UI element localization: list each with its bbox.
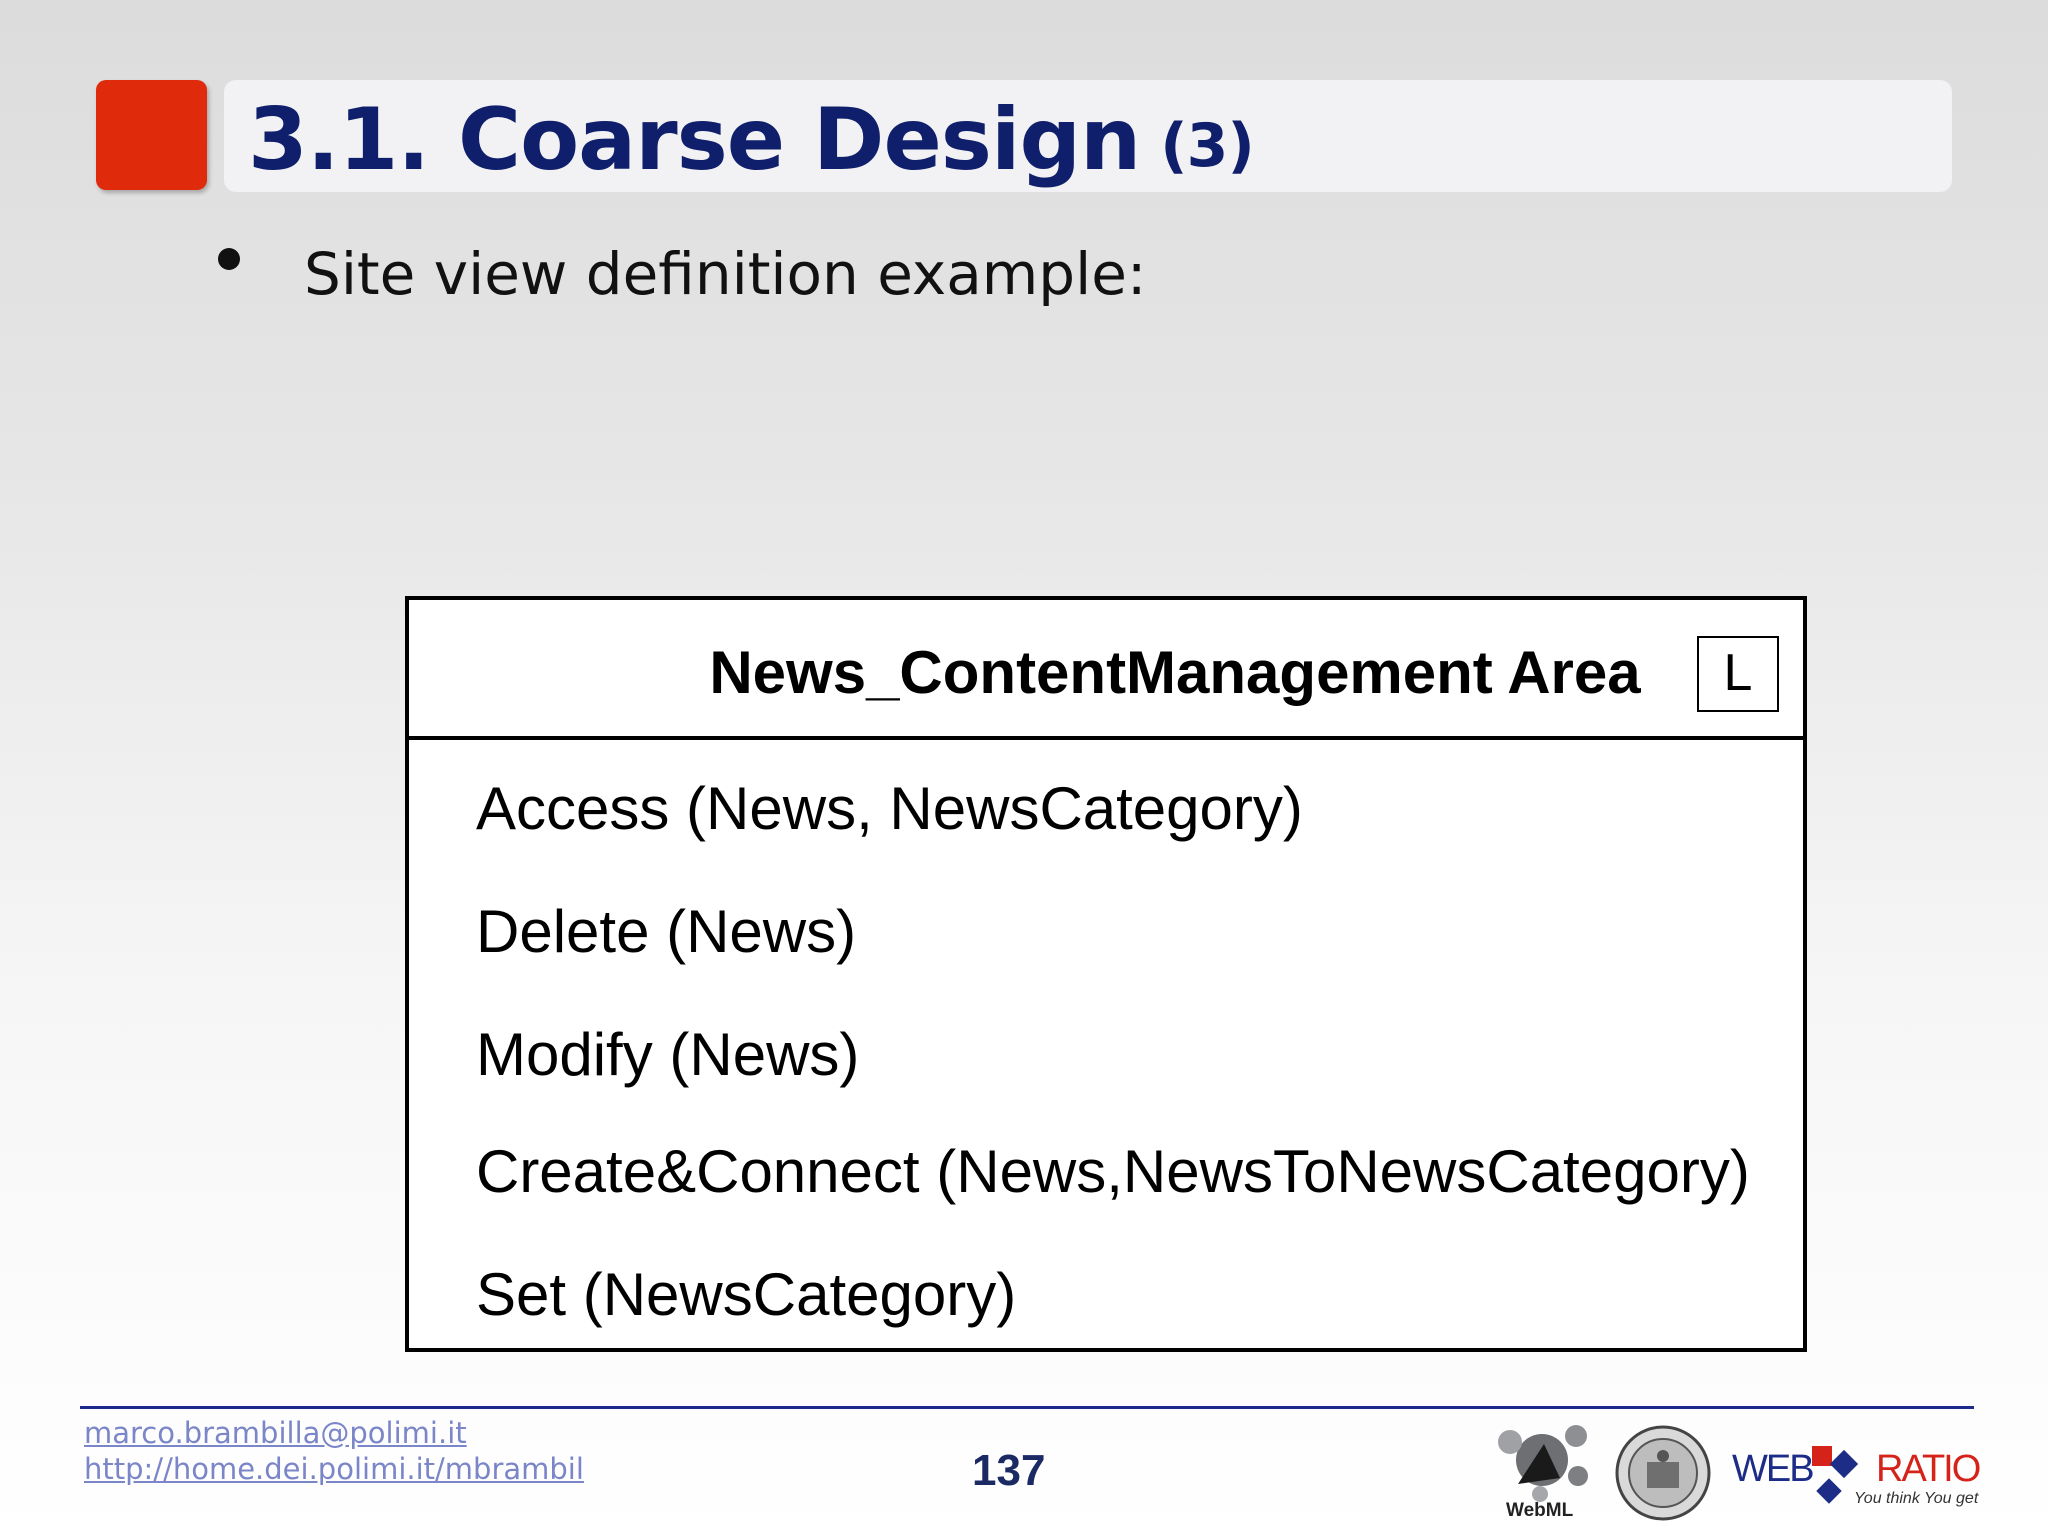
operation-set: Set (NewsCategory) bbox=[476, 1261, 1017, 1328]
slide-title: 3.1. Coarse Design (3) bbox=[248, 84, 1255, 196]
operation-modify: Modify (News) bbox=[476, 1021, 860, 1088]
bullet-text: Site view definition example: bbox=[304, 240, 1147, 308]
webratio-web-text: WEB bbox=[1732, 1448, 1815, 1490]
webratio-ratio-text: RATIO bbox=[1876, 1448, 1981, 1490]
title-accent-square bbox=[96, 80, 207, 190]
webml-logo-label: WebML bbox=[1506, 1500, 1574, 1521]
slide-title-main: 3.1. Coarse Design bbox=[248, 90, 1141, 190]
webratio-tagline: You think You get bbox=[1854, 1490, 1979, 1507]
area-header: News_ContentManagement Area L bbox=[409, 600, 1803, 740]
footer-divider bbox=[80, 1406, 1974, 1409]
footer-email-link[interactable]: marco.brambilla@polimi.it bbox=[84, 1416, 467, 1450]
operation-access: Access (News, NewsCategory) bbox=[476, 775, 1303, 842]
footer-url-link[interactable]: http://home.dei.polimi.it/mbrambil bbox=[84, 1452, 584, 1486]
operation-delete: Delete (News) bbox=[476, 898, 857, 965]
slide-title-suffix: (3) bbox=[1160, 111, 1255, 181]
polimi-seal-icon bbox=[1615, 1425, 1711, 1521]
page-number: 137 bbox=[972, 1446, 1046, 1495]
operation-create-connect: Create&Connect (News,NewsToNewsCategory) bbox=[476, 1138, 1750, 1205]
area-diagram: News_ContentManagement Area L Access (Ne… bbox=[405, 596, 1807, 1352]
bullet-dot-icon bbox=[218, 248, 240, 270]
landmark-marker: L bbox=[1697, 636, 1779, 712]
